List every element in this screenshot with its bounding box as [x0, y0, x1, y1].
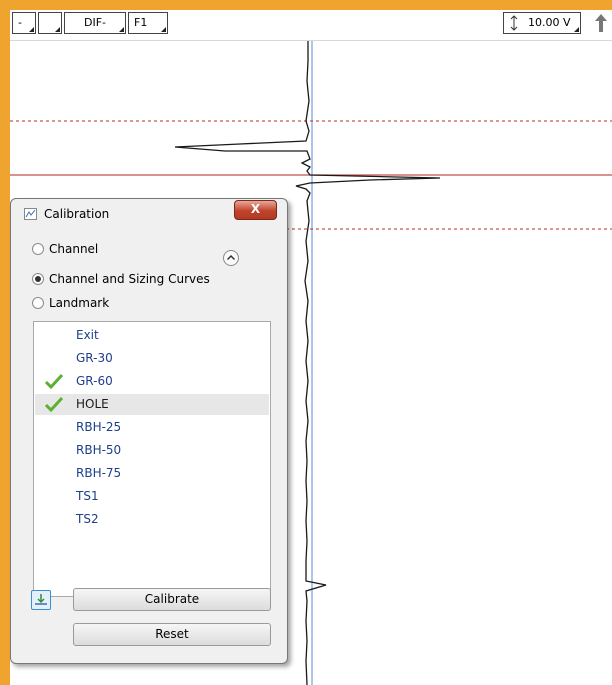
- toolbar-dropdown-1[interactable]: -: [12, 12, 36, 34]
- vertical-arrows-icon: [510, 15, 518, 31]
- list-item-rbh-25[interactable]: RBH-25: [35, 417, 269, 438]
- voltage-value: 10.00 V: [528, 16, 571, 29]
- dropdown-corner-icon: [119, 27, 124, 32]
- list-item-rbh-75[interactable]: RBH-75: [35, 463, 269, 484]
- radio-channel-label: Channel: [49, 242, 99, 256]
- radio-landmark-label: Landmark: [49, 296, 110, 310]
- list-item-label: HOLE: [76, 397, 109, 411]
- list-item-label: TS2: [76, 512, 99, 526]
- toolbar-dropdown-1-label: -: [18, 16, 22, 29]
- list-item-ts1[interactable]: TS1: [35, 486, 269, 507]
- toolbar-dropdown-dif[interactable]: DIF-: [64, 12, 126, 34]
- radio-button[interactable]: [32, 273, 44, 285]
- dropdown-corner-icon: [161, 27, 166, 32]
- toolbar-dropdown-dif-label: DIF-: [84, 16, 107, 29]
- list-item-label: RBH-75: [76, 466, 122, 480]
- toolbar-dropdown-2[interactable]: [38, 12, 62, 34]
- list-item-rbh-50[interactable]: RBH-50: [35, 440, 269, 461]
- dropdown-corner-icon: [574, 27, 579, 32]
- radio-channel-sizing-label: Channel and Sizing Curves: [49, 272, 210, 286]
- list-item-gr-30[interactable]: GR-30: [35, 348, 269, 369]
- voltage-scale-dropdown[interactable]: 10.00 V: [503, 12, 581, 34]
- calibration-app-icon: [24, 208, 37, 220]
- checkmark-icon: [44, 396, 64, 412]
- checkmark-icon: [44, 373, 64, 389]
- toolbar: - DIF- F1 10.00 V: [10, 10, 612, 41]
- dialog-titlebar[interactable]: Calibration X: [11, 199, 287, 229]
- download-icon: [35, 594, 47, 605]
- list-item-ts2[interactable]: TS2: [35, 509, 269, 530]
- dropdown-corner-icon: [29, 27, 34, 32]
- close-button[interactable]: X: [234, 200, 277, 220]
- list-item-label: GR-30: [76, 351, 113, 365]
- radio-button[interactable]: [32, 243, 44, 255]
- list-item-label: TS1: [76, 489, 99, 503]
- curve-list[interactable]: Exit GR-30 GR-60 HOLE RBH-25 RBH-50 RBH-…: [33, 321, 271, 597]
- reset-button[interactable]: Reset: [73, 623, 271, 646]
- calibrate-button[interactable]: Calibrate: [73, 588, 271, 611]
- up-arrow-icon[interactable]: [594, 13, 608, 33]
- toolbar-dropdown-f1[interactable]: F1: [128, 12, 168, 34]
- frame-top-border: [0, 0, 612, 10]
- dropdown-corner-icon: [55, 27, 60, 32]
- list-item-gr-60[interactable]: GR-60: [35, 371, 269, 392]
- list-item-label: GR-60: [76, 374, 113, 388]
- list-item-hole[interactable]: HOLE: [35, 394, 269, 415]
- toolbar-dropdown-f1-label: F1: [134, 16, 148, 29]
- import-button[interactable]: [31, 590, 51, 610]
- calibration-dialog: Calibration X Channel Channel and Sizing…: [10, 198, 288, 664]
- list-item-label: RBH-25: [76, 420, 122, 434]
- list-item-label: RBH-50: [76, 443, 122, 457]
- frame-left-border: [0, 0, 10, 685]
- radio-button[interactable]: [32, 297, 44, 309]
- list-item-exit[interactable]: Exit: [35, 325, 269, 346]
- dialog-title: Calibration: [44, 207, 110, 221]
- list-item-label: Exit: [76, 328, 99, 342]
- collapse-chevron-up-icon[interactable]: [222, 249, 240, 267]
